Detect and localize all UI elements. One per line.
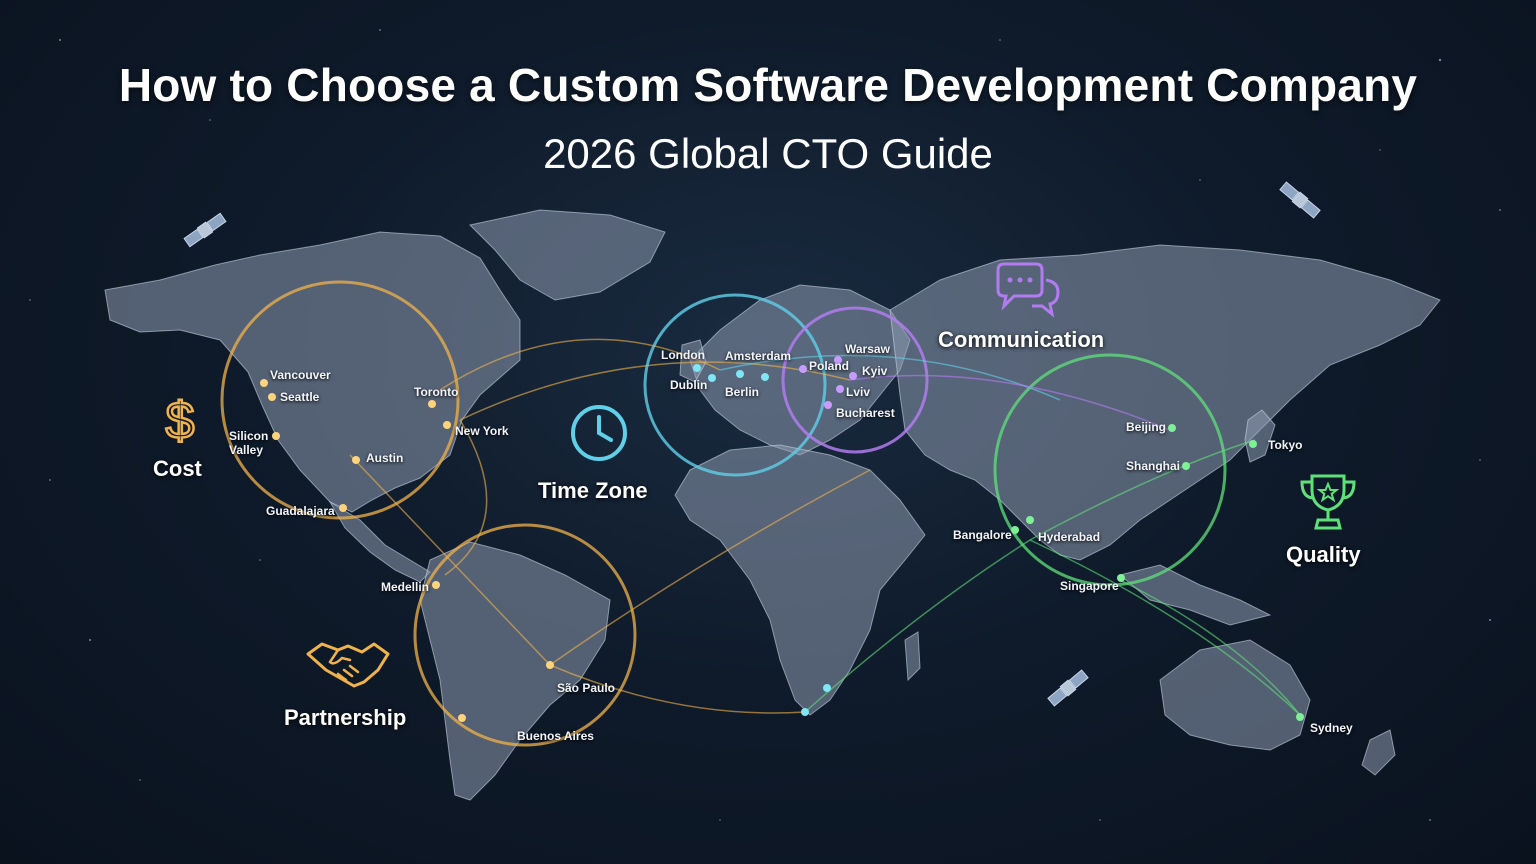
city-label-medellin: Medellin xyxy=(381,580,430,594)
continent-australia xyxy=(1159,639,1311,751)
city-label-tokyo: Tokyo xyxy=(1268,438,1303,452)
city-dot-berlin xyxy=(761,373,769,381)
continent-central-america xyxy=(328,500,431,583)
city-dot-toronto xyxy=(428,400,436,408)
city-label-silicon-valley: Silicon Valley xyxy=(229,429,269,457)
trophy-icon xyxy=(1300,474,1356,530)
factor-label-communication: Communication xyxy=(938,327,1105,352)
city-label-toronto: Toronto xyxy=(414,385,459,399)
city-label-new-york: New York xyxy=(455,424,509,438)
city-label-berlin: Berlin xyxy=(725,385,760,399)
city-label-kyiv: Kyiv xyxy=(862,364,888,378)
city-label-london: London xyxy=(661,348,705,362)
factor-label-cost: Cost xyxy=(153,456,202,481)
city-dot-seattle xyxy=(268,393,276,401)
city-label-bangalore: Bangalore xyxy=(953,528,1012,542)
city-label-shanghai: Shanghai xyxy=(1126,459,1181,473)
city-dot-guadalajara xyxy=(339,504,347,512)
city-dot-silicon-valley xyxy=(272,432,280,440)
city-dot-poland xyxy=(799,365,807,373)
city-label-guadalajara: Guadalajara xyxy=(266,504,335,518)
city-label-lviv: Lviv xyxy=(846,385,871,399)
city-dot-sydney xyxy=(1296,713,1304,721)
clock-icon xyxy=(571,405,627,461)
city-dot-africa-1 xyxy=(801,708,809,716)
city-dot-hyderabad xyxy=(1026,516,1034,524)
continent-madagascar xyxy=(904,631,921,682)
city-label-amsterdam: Amsterdam xyxy=(725,349,792,363)
city-label-hyderabad: Hyderabad xyxy=(1038,530,1101,544)
satellite-icon xyxy=(1047,669,1089,707)
city-label-beijing: Beijing xyxy=(1126,420,1167,434)
city-dot-sao-paulo xyxy=(546,661,554,669)
continent-new-zealand xyxy=(1361,729,1396,776)
city-label-austin: Austin xyxy=(366,451,404,465)
city-label-warsaw: Warsaw xyxy=(845,342,890,356)
handshake-icon xyxy=(306,642,390,688)
satellite-icon xyxy=(183,212,227,248)
svg-text:$: $ xyxy=(166,392,195,448)
satellite-icon xyxy=(1279,181,1321,219)
city-label-sydney: Sydney xyxy=(1310,721,1353,735)
city-dot-beijing xyxy=(1168,424,1176,432)
city-label-poland: Poland xyxy=(809,359,850,373)
factor-label-time-zone: Time Zone xyxy=(538,478,648,503)
continent-south-america xyxy=(419,541,611,801)
city-label-sao-paulo: São Paulo xyxy=(557,681,616,695)
dollar-icon: $ xyxy=(164,391,196,448)
city-dot-tokyo xyxy=(1249,440,1257,448)
city-dot-bucharest xyxy=(824,401,832,409)
city-label-vancouver: Vancouver xyxy=(270,368,331,382)
continent-greenland xyxy=(468,209,666,301)
city-dot-africa-2 xyxy=(823,684,831,692)
factor-label-quality: Quality xyxy=(1286,542,1361,567)
city-label-dublin: Dublin xyxy=(670,378,708,392)
city-dot-medellin xyxy=(432,581,440,589)
city-label-singapore: Singapore xyxy=(1060,579,1119,593)
city-dot-new-york xyxy=(443,421,451,429)
city-dot-london xyxy=(693,364,701,372)
city-label-buenos-aires: Buenos Aires xyxy=(517,729,594,743)
chat-bubbles-icon xyxy=(996,262,1060,318)
city-dot-buenos-aires xyxy=(458,714,466,722)
city-dot-lviv xyxy=(836,385,844,393)
city-dot-austin xyxy=(352,456,360,464)
city-label-seattle: Seattle xyxy=(280,390,320,404)
city-label-bucharest: Bucharest xyxy=(836,406,895,420)
factor-label-partnership: Partnership xyxy=(284,705,407,730)
city-dot-dublin xyxy=(708,374,716,382)
city-dot-bangalore xyxy=(1011,526,1019,534)
city-dot-vancouver xyxy=(260,379,268,387)
continent-africa xyxy=(674,444,926,716)
city-dot-kyiv xyxy=(849,372,857,380)
city-dot-shanghai xyxy=(1182,462,1190,470)
continent-se-asia-islands xyxy=(1118,564,1272,626)
city-dot-amsterdam xyxy=(736,370,744,378)
